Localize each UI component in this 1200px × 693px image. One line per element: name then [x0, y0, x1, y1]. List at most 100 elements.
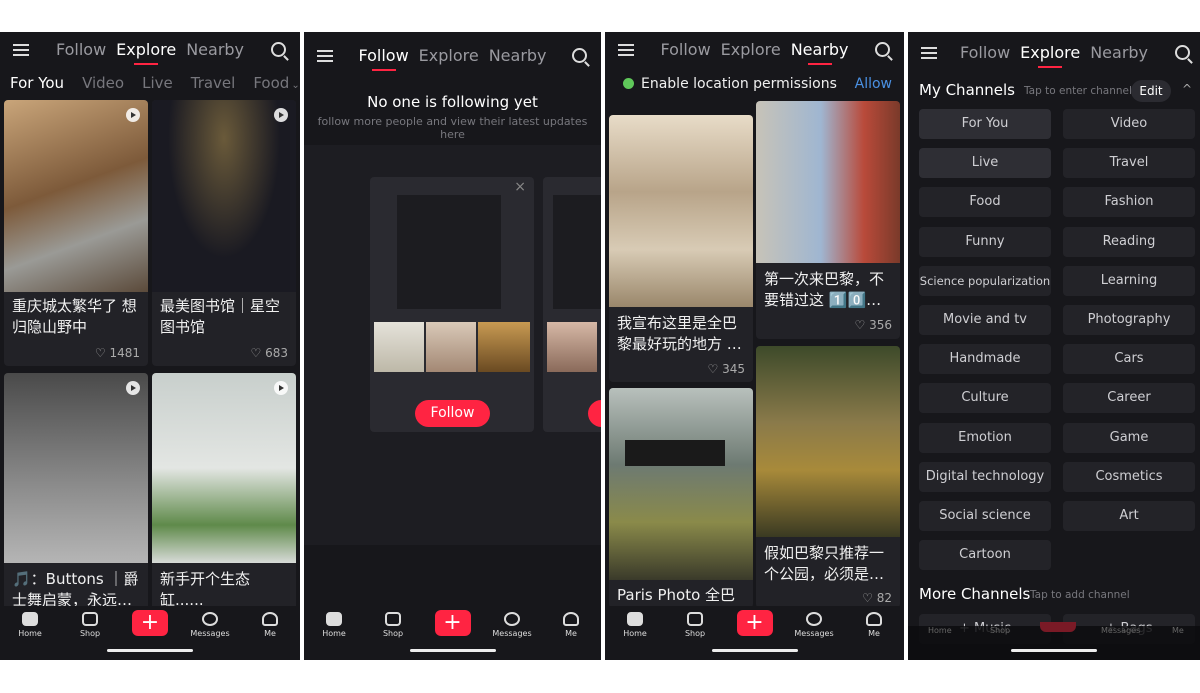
subtab-travel[interactable]: Travel [191, 74, 236, 92]
like-count[interactable]: ♡ 356 [855, 318, 892, 332]
nav-messages[interactable]: Messages [487, 612, 537, 638]
like-count[interactable]: ♡ 1481 [95, 346, 140, 360]
profile-icon [866, 612, 882, 626]
tab-follow[interactable]: Follow [358, 46, 409, 71]
tab-nearby[interactable]: Nearby [1090, 43, 1148, 62]
tab-follow[interactable]: Follow [960, 43, 1010, 62]
channel-chip[interactable]: Digital technology [919, 461, 1051, 492]
more-channels-hint: Tap to add channel [1030, 589, 1130, 601]
card-image [4, 100, 148, 292]
avatar-placeholder [553, 195, 601, 309]
subtab-video[interactable]: Video [82, 74, 124, 92]
nav-home[interactable]: Home [928, 626, 952, 635]
channel-chip[interactable]: Reading [1063, 226, 1195, 257]
explore-screen: Follow Explore Nearby For You Video Live Trav… [0, 32, 300, 660]
channel-chip[interactable]: Social science [919, 501, 1051, 531]
location-banner: Enable location permissions Allow [605, 74, 904, 98]
channel-chip[interactable]: Learning [1063, 265, 1195, 296]
nav-me[interactable]: Me [849, 612, 899, 638]
feed-card[interactable]: 我宣布这里是全巴黎最好玩的地方 … ♡ 345 [609, 115, 753, 382]
search-icon[interactable] [875, 42, 890, 57]
nav-shop[interactable]: Shop [368, 612, 418, 638]
create-post-button[interactable] [1040, 622, 1076, 632]
home-icon [627, 612, 643, 626]
card-caption: 新手开个生态缸...... [160, 570, 251, 609]
feed-card[interactable]: 第一次来巴黎，不要错过这 1️⃣0️⃣… ♡ 356 [756, 101, 900, 339]
play-icon [274, 381, 288, 395]
channel-chip[interactable]: Cartoon [919, 540, 1051, 571]
feed-card[interactable]: 🎵：Buttons ｜爵士舞启蒙，永远… [4, 373, 148, 613]
channel-chip[interactable]: For You [919, 109, 1051, 139]
channel-chip[interactable]: Food [919, 187, 1051, 218]
subtab-food[interactable]: Food [253, 74, 289, 92]
recommended-user-card[interactable]: × Follow [370, 177, 534, 432]
channel-chip[interactable]: Movie and tv [919, 305, 1051, 335]
channel-chip[interactable]: Live [919, 148, 1051, 179]
channel-chip[interactable]: Emotion [919, 422, 1051, 453]
like-count[interactable]: ♡ 345 [708, 362, 745, 376]
tab-nearby[interactable]: Nearby [186, 40, 244, 59]
nav-home[interactable]: Home [610, 612, 660, 638]
channel-chip[interactable]: Game [1063, 422, 1195, 453]
create-post-button[interactable]: + [434, 610, 471, 636]
nav-home[interactable]: Home [5, 612, 55, 638]
subtab-live[interactable]: Live [142, 74, 173, 92]
close-icon[interactable]: × [514, 179, 526, 195]
channel-chip[interactable]: Video [1063, 109, 1195, 139]
play-icon [126, 381, 140, 395]
tab-explore[interactable]: Explore [116, 40, 176, 65]
channel-chip[interactable]: Science popularization [919, 265, 1051, 296]
tab-nearby[interactable]: Nearby [791, 40, 849, 65]
chevron-down-icon[interactable]: ⌄ [291, 80, 299, 91]
nav-messages[interactable]: Messages [789, 612, 839, 638]
nav-shop[interactable]: Shop [670, 612, 720, 638]
channel-chip[interactable]: Cars [1063, 344, 1195, 375]
create-post-button[interactable]: + [132, 610, 168, 636]
search-icon[interactable] [1175, 45, 1190, 60]
channel-chip[interactable]: Career [1063, 383, 1195, 414]
feed-card[interactable]: 重庆城太繁华了 想归隐山野中 ♡ 1481 [4, 100, 148, 366]
shop-icon [385, 612, 401, 626]
search-icon[interactable] [572, 48, 587, 63]
like-count[interactable]: ♡ 683 [251, 346, 288, 360]
card-caption: 最美图书馆｜星空图书馆 [160, 297, 281, 336]
nav-home[interactable]: Home [309, 612, 359, 638]
channel-chip[interactable]: Art [1063, 501, 1195, 531]
nav-me[interactable]: Me [1172, 626, 1184, 635]
nav-me[interactable]: Me [546, 612, 596, 638]
tab-explore[interactable]: Explore [1020, 43, 1080, 68]
play-icon [274, 108, 288, 122]
nav-shop[interactable]: Shop [990, 626, 1010, 635]
tab-explore[interactable]: Explore [419, 46, 479, 65]
channel-chip[interactable]: Cosmetics [1063, 461, 1195, 492]
nav-shop[interactable]: Shop [65, 612, 115, 638]
subtab-for-you[interactable]: For You [10, 74, 64, 92]
follow-button[interactable]: Follow [415, 400, 490, 427]
channel-chip[interactable]: Fashion [1063, 187, 1195, 218]
like-count[interactable]: ♡ 82 [862, 591, 892, 605]
create-post-button[interactable]: + [736, 610, 773, 636]
nav-messages[interactable]: Messages [185, 612, 235, 638]
channel-chip[interactable]: Funny [919, 226, 1051, 257]
channel-chip[interactable]: Culture [919, 383, 1051, 414]
tab-follow[interactable]: Follow [660, 40, 710, 59]
recommended-user-card[interactable] [543, 177, 601, 432]
messages-icon [504, 612, 520, 626]
follow-button[interactable] [588, 400, 601, 427]
channel-chip[interactable]: Travel [1063, 148, 1195, 179]
channel-chip[interactable]: Handmade [919, 344, 1051, 375]
feed-card[interactable]: 最美图书馆｜星空图书馆 ♡ 683 [152, 100, 296, 366]
nav-messages[interactable]: Messages [1101, 626, 1140, 635]
search-icon[interactable] [271, 42, 286, 57]
collapse-icon[interactable]: ^ [1182, 82, 1192, 96]
feed-card[interactable]: 新手开个生态缸...... [152, 373, 296, 613]
channel-chip[interactable]: Photography [1063, 305, 1195, 335]
tab-explore[interactable]: Explore [721, 40, 781, 59]
tab-follow[interactable]: Follow [56, 40, 106, 59]
tab-nearby[interactable]: Nearby [489, 46, 547, 65]
feed-card[interactable]: Paris Photo 全巴黎 [609, 388, 753, 608]
edit-button[interactable]: Edit [1131, 80, 1171, 102]
feed-card[interactable]: 假如巴黎只推荐一个公园，必须是… ♡ 82 [756, 346, 900, 608]
nav-me[interactable]: Me [245, 612, 295, 638]
allow-button[interactable]: Allow [855, 76, 892, 92]
